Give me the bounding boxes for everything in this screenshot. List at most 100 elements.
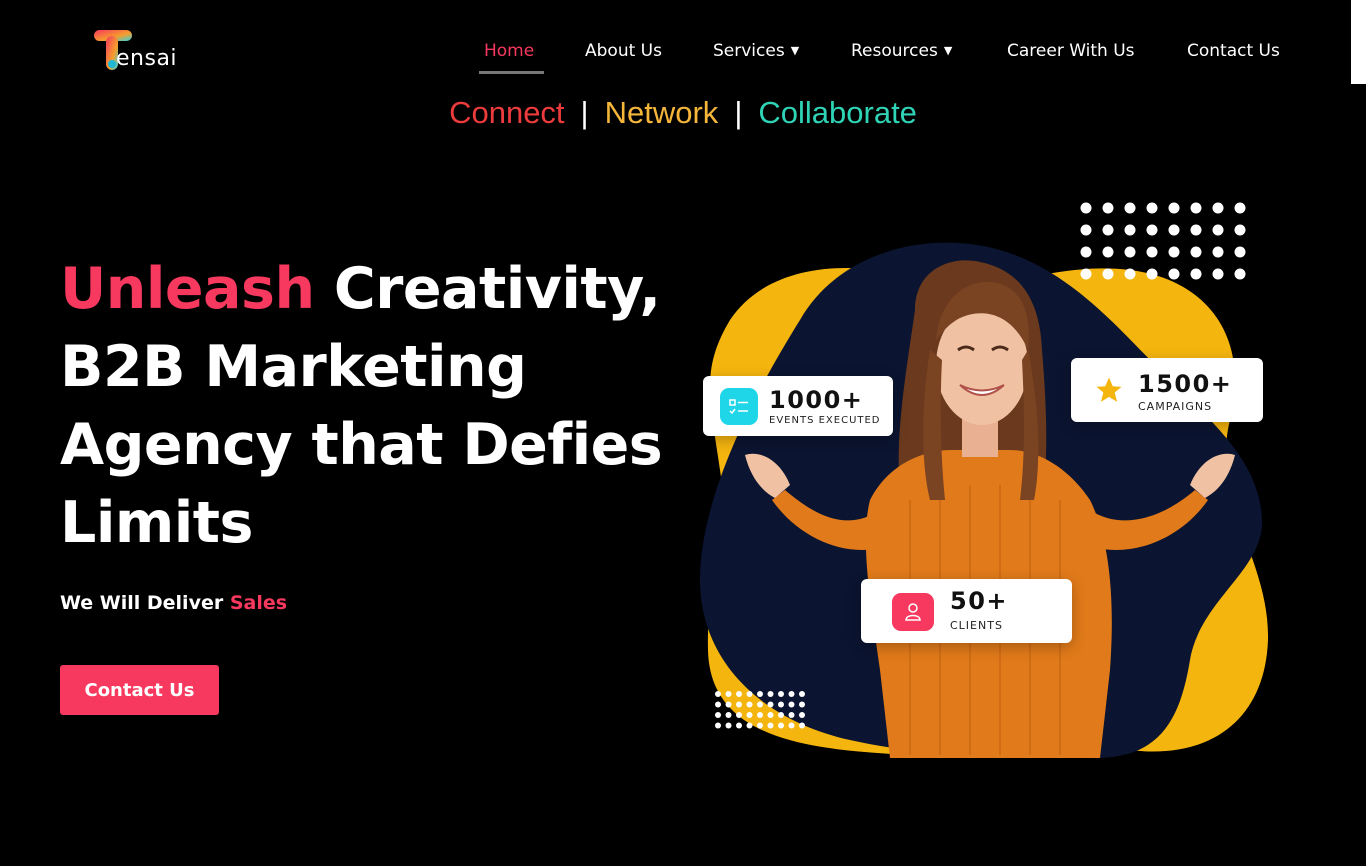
nav-resources-label: Resources [851,41,938,61]
decor-dot [1102,268,1114,280]
decor-dot [746,722,753,729]
decor-dot [1168,246,1180,258]
decor-dot [1212,202,1224,214]
decor-dot [767,691,774,697]
decor-dot [799,722,805,729]
decor-dot [1190,246,1202,258]
decor-dot [725,691,732,697]
decor-dot [1168,268,1180,280]
hero-subtitle-accent: Sales [229,592,288,614]
nav-resources[interactable]: Resources ▼ [851,41,952,61]
nav-active-underline [479,71,544,74]
decor-dot [1146,268,1158,280]
stat-events-label: EVENTS EXECUTED [769,415,881,426]
decor-dot [1146,246,1158,258]
logo-text: ensai [116,46,178,71]
decor-dot [788,701,795,708]
decor-dot [799,691,805,697]
decor-dot [715,701,721,708]
scroll-strip [1351,0,1366,84]
decor-dot [746,701,753,708]
decor-dot [788,722,795,729]
decor-dot [746,691,753,697]
decor-dot [1234,268,1246,280]
chevron-down-icon: ▼ [943,44,953,57]
decor-dot [778,691,784,697]
nav-about-us[interactable]: About Us [585,41,662,61]
decor-dot [1234,246,1246,258]
decor-dot [1234,224,1246,236]
decor-dot [799,712,805,718]
stat-card-clients: 50+ CLIENTS [861,579,1072,643]
decor-dot [1168,202,1180,214]
decor-dot [1080,202,1092,214]
decor-dot [1190,268,1202,280]
decor-dot [736,701,742,708]
tagline-collaborate: Collaborate [758,95,917,130]
hero-subtitle-prefix: We Will Deliver [60,592,230,614]
hero-title-line3: Agency that Defies [60,412,663,478]
decor-dot [788,712,795,718]
tagline-connect: Connect [449,95,565,130]
stat-events-value: 1000+ [769,386,864,414]
decor-dot [725,701,732,708]
decor-dot [1102,224,1114,236]
stat-clients-value: 50+ [950,587,1009,615]
nav-contact-us[interactable]: Contact Us [1187,41,1280,61]
chevron-down-icon: ▼ [790,44,800,57]
decor-dot [725,712,732,718]
decor-dot [1080,268,1092,280]
decor-dot [1102,246,1114,258]
decor-dot [1124,268,1136,280]
tagline-network: Network [604,95,719,130]
decor-dot [715,691,721,697]
user-icon [892,593,934,631]
decor-dot [715,712,721,718]
nav-home[interactable]: Home [484,41,534,61]
stat-card-events: 1000+ EVENTS EXECUTED [703,376,893,436]
decor-dot [1102,202,1114,214]
decor-dot [736,722,742,729]
tagline: Connect | Network | Collaborate [0,95,1366,131]
decor-dot [1168,224,1180,236]
decor-dot [746,712,753,718]
brand-logo[interactable]: ensai [92,28,192,76]
hero-title-line1: Creativity, [314,256,661,322]
decor-dot [1080,224,1092,236]
decor-dot [1190,202,1202,214]
decor-dot [1212,246,1224,258]
decor-dot [1190,224,1202,236]
hero-subtitle: We Will Deliver Sales [60,592,287,614]
hero-title-accent: Unleash [60,256,315,322]
tagline-separator: | [580,95,589,130]
decor-dot [1234,202,1246,214]
nav-services[interactable]: Services ▼ [713,41,799,61]
decor-dot [767,701,774,708]
decor-dot [1212,224,1224,236]
decor-dot [1124,246,1136,258]
contact-us-button[interactable]: Contact Us [60,665,219,715]
decor-dot [778,722,784,729]
star-icon [1093,374,1125,406]
decor-dot [725,722,732,729]
stat-clients-label: CLIENTS [950,619,1003,632]
decor-dot [1080,246,1092,258]
decor-dot [1146,202,1158,214]
hero-title: Unleash Creativity, B2B Marketing Agency… [60,250,700,562]
decor-dot [767,722,774,729]
dot-grid-bottom [715,691,805,729]
decor-dot [778,701,784,708]
decor-dot [757,712,763,718]
decor-dot [757,722,763,729]
decor-dot [778,712,784,718]
tagline-separator: | [734,95,743,130]
nav-career-with-us[interactable]: Career With Us [1007,41,1135,61]
stat-campaigns-value: 1500+ [1138,370,1233,398]
decor-dot [1124,202,1136,214]
decor-dot [1124,224,1136,236]
decor-dot [715,722,721,729]
decor-dot [1146,224,1158,236]
decor-dot [736,712,742,718]
decor-dot [767,712,774,718]
decor-dot [757,691,763,697]
